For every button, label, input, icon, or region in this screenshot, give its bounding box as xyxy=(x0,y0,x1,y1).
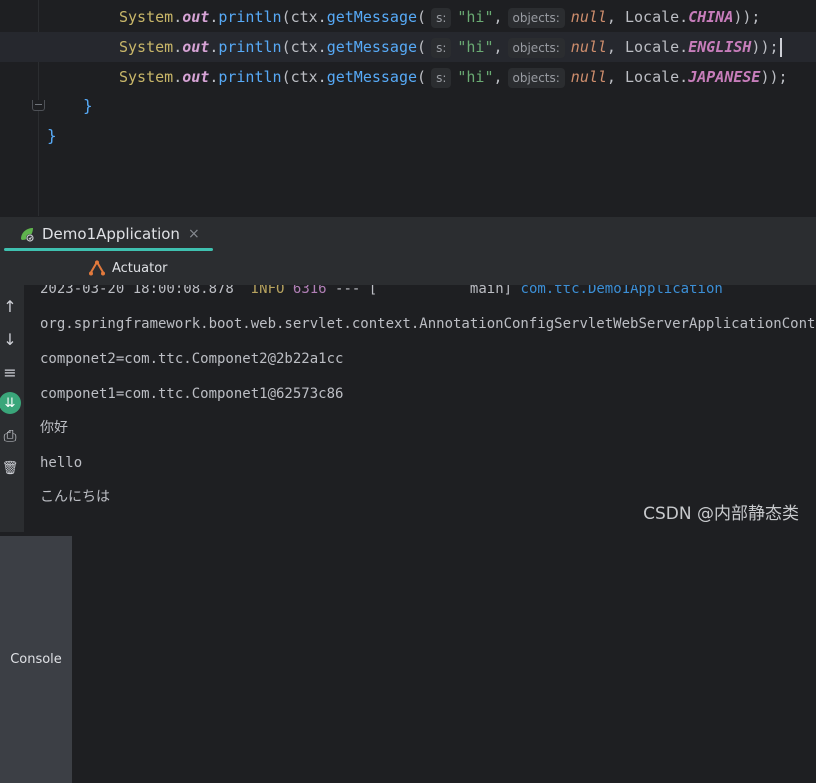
run-subtabs: Console Actuator xyxy=(0,251,816,783)
tab-console-label: Console xyxy=(10,652,62,667)
code-editor[interactable]: System.out.println(ctx.getMessage(s: "hi"… xyxy=(0,0,816,216)
code-line-3[interactable]: System.out.println(ctx.getMessage(s: "hi"… xyxy=(0,62,816,92)
output-line: 你好 xyxy=(40,420,68,436)
run-config-tab[interactable]: Demo1Application × xyxy=(4,217,206,251)
output-line: componet2=com.ttc.Componet2@2b22a1cc xyxy=(40,351,344,367)
param-hint: objects: xyxy=(507,7,565,28)
tab-actuator[interactable]: Actuator xyxy=(88,251,168,285)
output-line: こんにちは xyxy=(40,489,110,505)
log-line: 2023-03-20 18:00:08.878 INFO 6316 --- [ … xyxy=(40,285,723,297)
output-line: componet1=com.ttc.Componet1@62573c86 xyxy=(40,386,344,402)
soft-wrap-icon[interactable]: ≡ xyxy=(0,361,20,383)
run-config-label: Demo1Application xyxy=(42,225,180,243)
output-line: org.springframework.boot.web.servlet.con… xyxy=(40,316,816,332)
watermark: CSDN @内部静态类 xyxy=(643,504,799,524)
text-caret xyxy=(779,38,782,57)
code-text: System.out.println(ctx.getMessage(s: "hi"… xyxy=(119,7,761,28)
scroll-to-end-icon[interactable]: ⇊ xyxy=(0,392,21,414)
console-toolbar: ↑ ↓ ≡ ⇊ ⎙ 🗑 xyxy=(0,285,24,532)
code-line-1[interactable]: System.out.println(ctx.getMessage(s: "hi"… xyxy=(0,2,816,32)
class-close-brace: } xyxy=(47,126,57,145)
param-hint: s: xyxy=(431,67,452,88)
tab-console[interactable]: Console xyxy=(0,536,72,783)
tab-actuator-label: Actuator xyxy=(112,260,168,276)
clear-all-icon[interactable]: 🗑 xyxy=(0,457,20,479)
param-hint: objects: xyxy=(507,67,565,88)
code-text: System.out.println(ctx.getMessage(s: "hi"… xyxy=(119,32,782,62)
code-line-2[interactable]: System.out.println(ctx.getMessage(s: "hi"… xyxy=(0,32,816,62)
up-arrow-icon[interactable]: ↑ xyxy=(0,295,20,317)
console-output[interactable]: 2023-03-20 18:00:08.878 INFO 6316 --- [ … xyxy=(24,285,816,532)
actuator-icon xyxy=(89,260,105,276)
down-arrow-icon[interactable]: ↓ xyxy=(0,328,20,350)
close-icon[interactable]: × xyxy=(188,226,200,242)
print-icon[interactable]: ⎙ xyxy=(0,425,20,447)
param-hint: objects: xyxy=(507,37,565,58)
fold-icon[interactable] xyxy=(32,100,45,111)
param-hint: s: xyxy=(431,7,452,28)
code-text: System.out.println(ctx.getMessage(s: "hi"… xyxy=(119,67,788,88)
method-close-brace: } xyxy=(83,96,93,115)
output-line: hello xyxy=(40,455,83,471)
spring-boot-icon xyxy=(21,228,34,242)
run-tool-window-header: Demo1Application × xyxy=(0,216,816,251)
param-hint: s: xyxy=(431,37,452,58)
